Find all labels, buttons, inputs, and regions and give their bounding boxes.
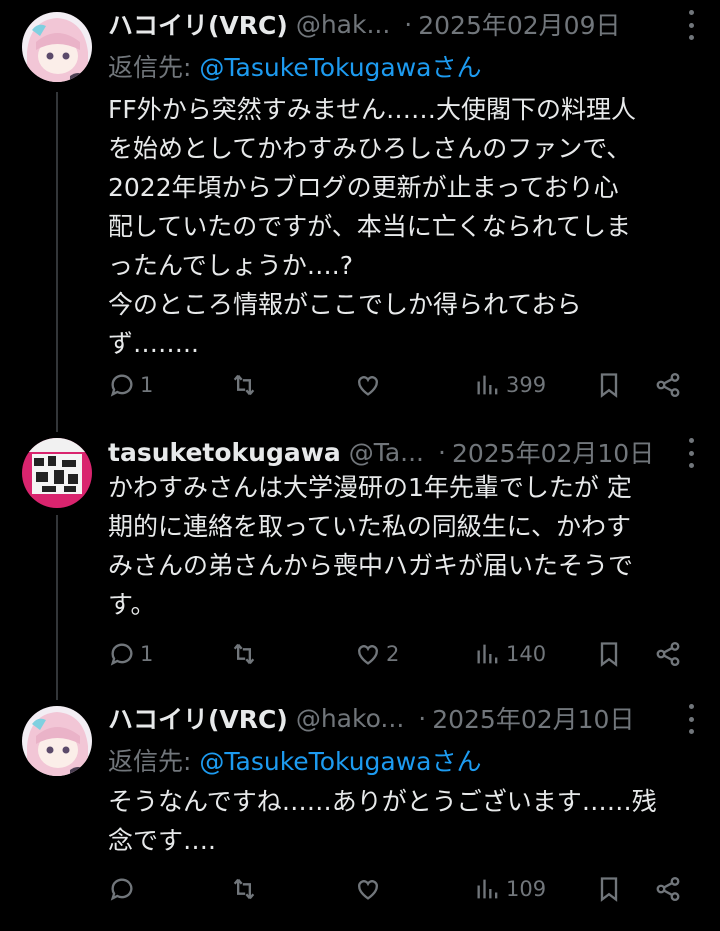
- avatar[interactable]: [22, 706, 92, 776]
- retweet-icon: [233, 643, 255, 665]
- views-icon: [477, 879, 498, 899]
- more-icon[interactable]: [684, 10, 698, 40]
- tweet-header: ハコイリ(VRC) @hako... · 2025年02月10日: [108, 698, 700, 738]
- like-count: 2: [386, 642, 400, 666]
- reply-to: 返信先: @TasukeTokugawaさん: [108, 48, 482, 84]
- like-icon: [358, 376, 378, 396]
- retweet-button[interactable]: [230, 871, 262, 907]
- reply-button[interactable]: 1: [108, 636, 153, 672]
- bookmark-button[interactable]: [595, 636, 623, 672]
- more-icon[interactable]: [684, 438, 698, 468]
- retweet-button[interactable]: [230, 367, 262, 403]
- tweet-header: ハコイリ(VRC) @hak... · 2025年02月09日: [108, 4, 700, 44]
- views-button[interactable]: 109: [474, 871, 546, 907]
- user-handle[interactable]: @Ta...: [349, 438, 424, 467]
- bookmark-button[interactable]: [595, 871, 623, 907]
- retweet-button[interactable]: [230, 636, 262, 672]
- tweet[interactable]: tasuketokugawa @Ta... · 2025年02月10日 かわすみ…: [0, 432, 720, 682]
- reply-count: 1: [140, 642, 154, 666]
- reply-to-prefix: 返信先:: [108, 747, 200, 776]
- tweet-text: かわすみさんは大学漫研の1年先輩でしたが 定 期的に連絡を取っていた私の同級生に…: [108, 473, 634, 619]
- reply-icon: [110, 374, 133, 397]
- retweet-icon: [233, 878, 255, 900]
- reply-mention-link[interactable]: @TasukeTokugawaさん: [199, 53, 481, 82]
- views-icon: [477, 644, 498, 664]
- share-button[interactable]: [654, 367, 682, 403]
- bookmark-icon: [600, 642, 618, 667]
- views-count: 399: [506, 373, 547, 397]
- tweet-text: そうなんですね……ありがとうございます……残 念です….: [108, 787, 657, 855]
- reply-button[interactable]: 1: [108, 367, 153, 403]
- views-count: 109: [506, 877, 547, 901]
- reply-button[interactable]: [108, 871, 140, 907]
- tweet-date[interactable]: 2025年02月09日: [418, 6, 620, 42]
- tweet-header: tasuketokugawa @Ta... · 2025年02月10日: [108, 432, 700, 472]
- action-bar: 1 2 140: [108, 636, 693, 672]
- tweet[interactable]: ハコイリ(VRC) @hak... · 2025年02月09日 返信先: @Ta…: [0, 4, 720, 414]
- reply-icon: [110, 643, 133, 666]
- user-handle[interactable]: @hak...: [296, 10, 390, 39]
- like-icon: [358, 880, 378, 900]
- separator: ·: [404, 9, 413, 39]
- views-count: 140: [506, 642, 547, 666]
- views-icon: [477, 375, 498, 395]
- like-button[interactable]: [354, 367, 386, 403]
- reply-icon: [110, 878, 133, 901]
- views-button[interactable]: 399: [474, 367, 546, 403]
- reply-count: 1: [140, 373, 154, 397]
- separator: ·: [418, 703, 427, 733]
- action-bar: 109: [108, 871, 693, 907]
- tweet-date[interactable]: 2025年02月10日: [432, 700, 634, 736]
- reply-to-prefix: 返信先:: [108, 53, 200, 82]
- avatar[interactable]: [22, 438, 92, 508]
- tweet-date[interactable]: 2025年02月10日: [452, 434, 654, 470]
- bookmark-icon: [600, 373, 618, 398]
- share-button[interactable]: [654, 871, 682, 907]
- reply-mention-link[interactable]: @TasukeTokugawaさん: [199, 747, 481, 776]
- share-icon: [656, 641, 680, 667]
- like-button[interactable]: 2: [354, 636, 399, 672]
- action-bar: 1 399: [108, 367, 693, 403]
- share-icon: [656, 372, 680, 398]
- like-icon: [358, 645, 378, 665]
- avatar[interactable]: [22, 12, 92, 82]
- bookmark-button[interactable]: [595, 367, 623, 403]
- views-button[interactable]: 140: [474, 636, 546, 672]
- display-name[interactable]: ハコイリ(VRC): [108, 700, 288, 736]
- reply-to: 返信先: @TasukeTokugawaさん: [108, 742, 482, 778]
- retweet-icon: [233, 374, 255, 396]
- tweet-text: FF外から突然すみません……大使閣下の料理人 を始めとしてかわすみひろしさんのフ…: [108, 95, 637, 358]
- like-button[interactable]: [354, 871, 386, 907]
- display-name[interactable]: ハコイリ(VRC): [108, 6, 288, 42]
- share-button[interactable]: [654, 636, 682, 672]
- user-handle[interactable]: @hako...: [296, 704, 404, 733]
- tweet[interactable]: ハコイリ(VRC) @hako... · 2025年02月10日 返信先: @T…: [0, 698, 720, 928]
- more-icon[interactable]: [684, 704, 698, 734]
- display-name[interactable]: tasuketokugawa: [108, 438, 341, 467]
- separator: ·: [438, 437, 446, 467]
- share-icon: [656, 876, 680, 902]
- bookmark-icon: [600, 877, 618, 902]
